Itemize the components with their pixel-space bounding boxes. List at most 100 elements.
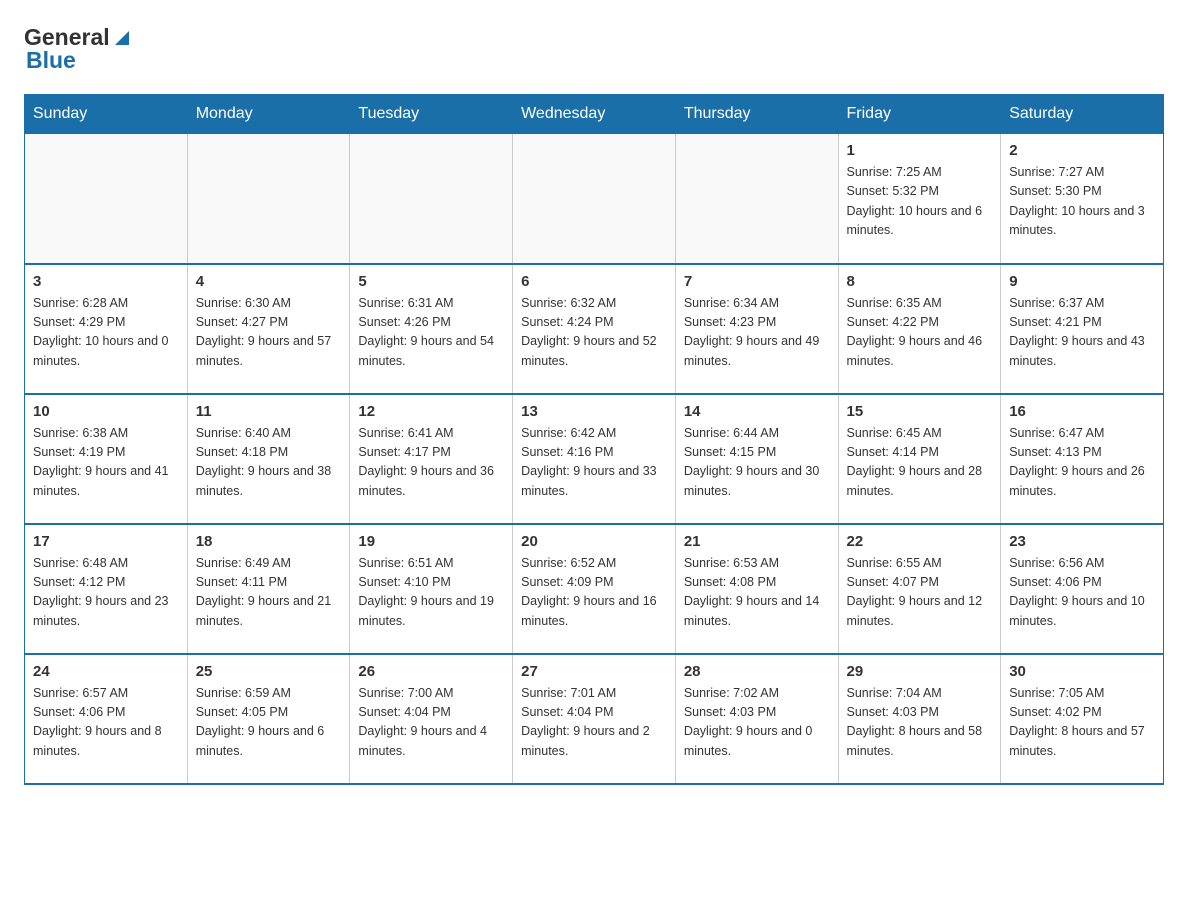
day-number: 15 <box>847 403 993 420</box>
calendar-cell: 23 Sunrise: 6:56 AM Sunset: 4:06 PM Dayli… <box>1001 524 1164 654</box>
calendar-cell: 12Sunrise: 6:41 AM Sunset: 4:17 PM Dayli… <box>350 394 513 524</box>
day-number: 7 <box>684 273 830 290</box>
day-info: Sunrise: 6:55 AM Sunset: 4:07 PM Dayligh… <box>847 554 993 632</box>
day-info: Sunrise: 7:02 AM Sunset: 4:03 PM Dayligh… <box>684 684 830 762</box>
day-number: 18 <box>196 533 342 550</box>
logo-blue-part: Blue <box>24 47 76 74</box>
day-info: Sunrise: 7:05 AM Sunset: 4:02 PM Dayligh… <box>1009 684 1155 762</box>
day-number: 10 <box>33 403 179 420</box>
weekday-header-friday: Friday <box>838 95 1001 134</box>
weekday-header-wednesday: Wednesday <box>513 95 676 134</box>
day-info: Sunrise: 7:04 AM Sunset: 4:03 PM Dayligh… <box>847 684 993 762</box>
day-number: 24 <box>33 663 179 680</box>
calendar-cell <box>350 134 513 264</box>
calendar-cell: 9 Sunrise: 6:37 AM Sunset: 4:21 PM Daylig… <box>1001 264 1164 394</box>
day-info: Sunrise: 7:25 AM Sunset: 5:32 PM Dayligh… <box>847 163 993 241</box>
day-info: Sunrise: 6:37 AM Sunset: 4:21 PM Dayligh… <box>1009 294 1155 372</box>
day-number: 26 <box>358 663 504 680</box>
calendar-cell: 6Sunrise: 6:32 AM Sunset: 4:24 PM Daylig… <box>513 264 676 394</box>
day-number: 16 <box>1009 403 1155 420</box>
calendar-cell: 1 Sunrise: 7:25 AM Sunset: 5:32 PM Daylig… <box>838 134 1001 264</box>
weekday-header-saturday: Saturday <box>1001 95 1164 134</box>
day-number: 1 <box>847 142 993 159</box>
day-info: Sunrise: 6:34 AM Sunset: 4:23 PM Dayligh… <box>684 294 830 372</box>
calendar-cell: 25 Sunrise: 6:59 AM Sunset: 4:05 PM Dayli… <box>187 654 350 784</box>
day-info: Sunrise: 6:38 AM Sunset: 4:19 PM Dayligh… <box>33 424 179 502</box>
day-info: Sunrise: 7:00 AM Sunset: 4:04 PM Dayligh… <box>358 684 504 762</box>
calendar-cell: 29 Sunrise: 7:04 AM Sunset: 4:03 PM Dayli… <box>838 654 1001 784</box>
day-info: Sunrise: 6:56 AM Sunset: 4:06 PM Dayligh… <box>1009 554 1155 632</box>
calendar-cell: 11 Sunrise: 6:40 AM Sunset: 4:18 PM Dayli… <box>187 394 350 524</box>
day-info: Sunrise: 6:40 AM Sunset: 4:18 PM Dayligh… <box>196 424 342 502</box>
calendar-cell: 24Sunrise: 6:57 AM Sunset: 4:06 PM Dayli… <box>25 654 188 784</box>
day-info: Sunrise: 6:32 AM Sunset: 4:24 PM Dayligh… <box>521 294 667 372</box>
calendar-cell: 18 Sunrise: 6:49 AM Sunset: 4:11 PM Dayli… <box>187 524 350 654</box>
day-number: 27 <box>521 663 667 680</box>
calendar-cell: 17 Sunrise: 6:48 AM Sunset: 4:12 PM Dayli… <box>25 524 188 654</box>
calendar-cell: 16 Sunrise: 6:47 AM Sunset: 4:13 PM Dayli… <box>1001 394 1164 524</box>
calendar-cell <box>25 134 188 264</box>
day-number: 29 <box>847 663 993 680</box>
calendar-cell: 19Sunrise: 6:51 AM Sunset: 4:10 PM Dayli… <box>350 524 513 654</box>
calendar-cell: 20 Sunrise: 6:52 AM Sunset: 4:09 PM Dayli… <box>513 524 676 654</box>
day-info: Sunrise: 6:35 AM Sunset: 4:22 PM Dayligh… <box>847 294 993 372</box>
calendar-cell: 3 Sunrise: 6:28 AM Sunset: 4:29 PM Daylig… <box>25 264 188 394</box>
day-number: 17 <box>33 533 179 550</box>
week-row-4: 17 Sunrise: 6:48 AM Sunset: 4:12 PM Dayli… <box>25 524 1164 654</box>
day-info: Sunrise: 6:52 AM Sunset: 4:09 PM Dayligh… <box>521 554 667 632</box>
day-number: 8 <box>847 273 993 290</box>
calendar-cell: 28 Sunrise: 7:02 AM Sunset: 4:03 PM Dayli… <box>675 654 838 784</box>
day-info: Sunrise: 6:41 AM Sunset: 4:17 PM Dayligh… <box>358 424 504 502</box>
weekday-header-tuesday: Tuesday <box>350 95 513 134</box>
day-info: Sunrise: 6:48 AM Sunset: 4:12 PM Dayligh… <box>33 554 179 632</box>
week-row-3: 10 Sunrise: 6:38 AM Sunset: 4:19 PM Dayli… <box>25 394 1164 524</box>
day-number: 22 <box>847 533 993 550</box>
day-number: 3 <box>33 273 179 290</box>
week-row-1: 1 Sunrise: 7:25 AM Sunset: 5:32 PM Daylig… <box>25 134 1164 264</box>
day-number: 14 <box>684 403 830 420</box>
calendar-cell: 27 Sunrise: 7:01 AM Sunset: 4:04 PM Dayli… <box>513 654 676 784</box>
day-info: Sunrise: 6:44 AM Sunset: 4:15 PM Dayligh… <box>684 424 830 502</box>
day-info: Sunrise: 6:31 AM Sunset: 4:26 PM Dayligh… <box>358 294 504 372</box>
calendar-cell: 5 Sunrise: 6:31 AM Sunset: 4:26 PM Daylig… <box>350 264 513 394</box>
calendar-cell: 10 Sunrise: 6:38 AM Sunset: 4:19 PM Dayli… <box>25 394 188 524</box>
calendar-cell: 14 Sunrise: 6:44 AM Sunset: 4:15 PM Dayli… <box>675 394 838 524</box>
day-info: Sunrise: 6:45 AM Sunset: 4:14 PM Dayligh… <box>847 424 993 502</box>
logo-triangle-icon <box>111 27 133 49</box>
calendar-cell <box>513 134 676 264</box>
day-info: Sunrise: 6:28 AM Sunset: 4:29 PM Dayligh… <box>33 294 179 372</box>
page-header: General Blue <box>24 24 1164 74</box>
day-number: 4 <box>196 273 342 290</box>
day-info: Sunrise: 6:30 AM Sunset: 4:27 PM Dayligh… <box>196 294 342 372</box>
day-info: Sunrise: 6:53 AM Sunset: 4:08 PM Dayligh… <box>684 554 830 632</box>
calendar-cell: 15 Sunrise: 6:45 AM Sunset: 4:14 PM Dayli… <box>838 394 1001 524</box>
day-info: Sunrise: 6:47 AM Sunset: 4:13 PM Dayligh… <box>1009 424 1155 502</box>
calendar-cell: 13Sunrise: 6:42 AM Sunset: 4:16 PM Dayli… <box>513 394 676 524</box>
day-number: 30 <box>1009 663 1155 680</box>
day-number: 9 <box>1009 273 1155 290</box>
day-info: Sunrise: 6:59 AM Sunset: 4:05 PM Dayligh… <box>196 684 342 762</box>
calendar-cell: 26 Sunrise: 7:00 AM Sunset: 4:04 PM Dayli… <box>350 654 513 784</box>
weekday-header-thursday: Thursday <box>675 95 838 134</box>
day-number: 23 <box>1009 533 1155 550</box>
calendar-cell: 21 Sunrise: 6:53 AM Sunset: 4:08 PM Dayli… <box>675 524 838 654</box>
day-info: Sunrise: 6:49 AM Sunset: 4:11 PM Dayligh… <box>196 554 342 632</box>
calendar-cell: 2Sunrise: 7:27 AM Sunset: 5:30 PM Daylig… <box>1001 134 1164 264</box>
day-number: 25 <box>196 663 342 680</box>
day-number: 2 <box>1009 142 1155 159</box>
day-number: 5 <box>358 273 504 290</box>
calendar-cell: 7 Sunrise: 6:34 AM Sunset: 4:23 PM Daylig… <box>675 264 838 394</box>
day-number: 21 <box>684 533 830 550</box>
day-info: Sunrise: 6:42 AM Sunset: 4:16 PM Dayligh… <box>521 424 667 502</box>
logo: General Blue <box>24 24 134 74</box>
day-number: 20 <box>521 533 667 550</box>
day-info: Sunrise: 7:01 AM Sunset: 4:04 PM Dayligh… <box>521 684 667 762</box>
day-number: 19 <box>358 533 504 550</box>
weekday-header-row: SundayMondayTuesdayWednesdayThursdayFrid… <box>25 95 1164 134</box>
weekday-header-monday: Monday <box>187 95 350 134</box>
day-number: 28 <box>684 663 830 680</box>
calendar-table: SundayMondayTuesdayWednesdayThursdayFrid… <box>24 94 1164 785</box>
day-number: 11 <box>196 403 342 420</box>
week-row-5: 24Sunrise: 6:57 AM Sunset: 4:06 PM Dayli… <box>25 654 1164 784</box>
calendar-cell: 4 Sunrise: 6:30 AM Sunset: 4:27 PM Daylig… <box>187 264 350 394</box>
